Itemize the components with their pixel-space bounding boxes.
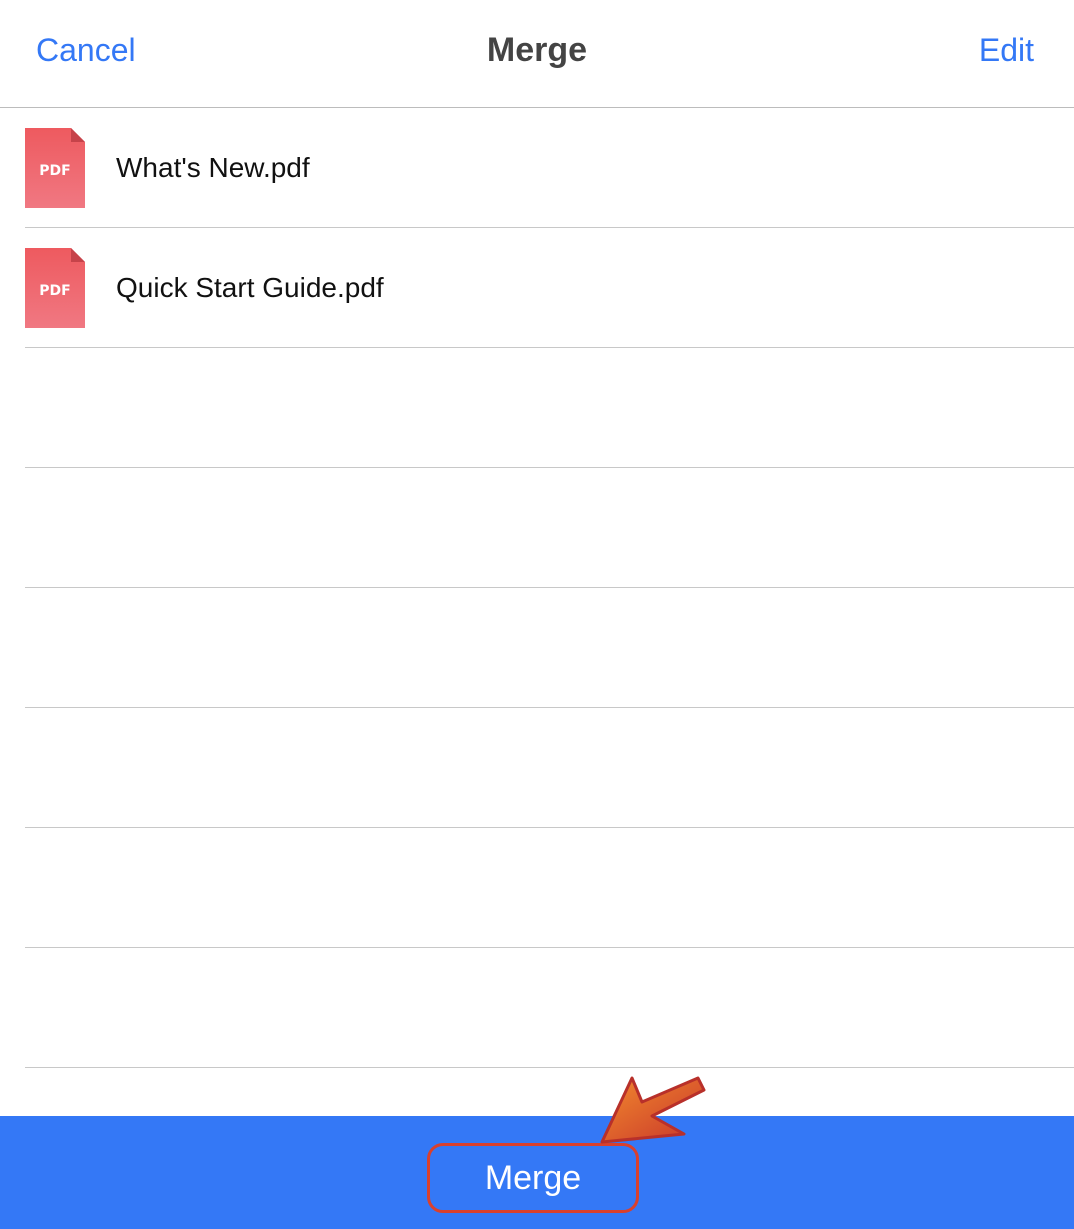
edit-button[interactable]: Edit bbox=[979, 32, 1034, 69]
file-list: PDF What's New.pdf PDF Quick Start Guide… bbox=[0, 108, 1074, 1068]
empty-row bbox=[25, 948, 1074, 1068]
empty-row bbox=[25, 708, 1074, 828]
svg-text:PDF: PDF bbox=[39, 163, 70, 179]
pdf-icon: PDF bbox=[25, 248, 85, 328]
file-row[interactable]: PDF Quick Start Guide.pdf bbox=[25, 228, 1074, 348]
empty-row bbox=[25, 468, 1074, 588]
page-title: Merge bbox=[486, 31, 588, 69]
svg-text:PDF: PDF bbox=[39, 283, 70, 299]
pointer-arrow-icon bbox=[600, 1076, 706, 1144]
file-row[interactable]: PDF What's New.pdf bbox=[25, 108, 1074, 228]
empty-row bbox=[25, 588, 1074, 708]
bottom-toolbar: Merge bbox=[0, 1116, 1074, 1229]
empty-row bbox=[25, 348, 1074, 468]
file-name: Quick Start Guide.pdf bbox=[116, 272, 384, 303]
pdf-icon: PDF bbox=[25, 128, 85, 208]
file-name: What's New.pdf bbox=[116, 152, 310, 183]
empty-row bbox=[25, 828, 1074, 948]
navigation-bar: Cancel Merge Edit bbox=[0, 0, 1074, 108]
